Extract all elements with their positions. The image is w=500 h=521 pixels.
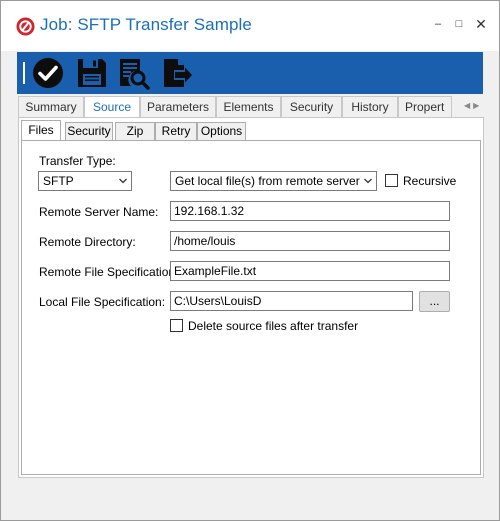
preview-button[interactable] [117,56,151,90]
tab-parameters[interactable]: Parameters [140,96,216,118]
source-tab-panel: Files Security Zip Retry Options Transfe… [18,117,484,478]
tab-elements[interactable]: Elements [216,96,281,118]
recursive-label: Recursive [403,174,457,188]
remote-file-spec-label: Remote File Specification: [39,265,179,279]
tab-scroll-arrows[interactable]: ◀ ▶ [464,96,484,118]
floppy-disk-icon [78,59,106,87]
recursive-checkbox[interactable] [385,174,398,187]
local-file-spec-label: Local File Specification: [39,295,166,309]
remote-server-name-label: Remote Server Name: [39,205,159,219]
tab-summary[interactable]: Summary [18,96,84,118]
subtab-files[interactable]: Files [21,120,61,141]
window-title: Job: SFTP Transfer Sample [40,15,252,34]
tab-scroll-right-icon[interactable]: ▶ [473,101,479,110]
transfer-type-select[interactable]: SFTP [38,171,132,191]
tab-source[interactable]: Source [84,96,140,119]
remote-file-spec-input[interactable]: ExampleFile.txt [170,261,450,281]
subtab-options[interactable]: Options [197,122,246,141]
export-button[interactable] [160,56,194,90]
subtab-retry[interactable]: Retry [155,122,197,141]
toolbar-grip[interactable] [23,62,25,84]
tab-properties[interactable]: Propert [398,96,452,118]
maximize-button[interactable]: □ [450,15,468,33]
app-logo-icon [16,17,35,36]
chevron-down-icon [119,178,127,184]
toolbar [17,52,483,94]
title-bar[interactable]: Job: SFTP Transfer Sample – □ ✕ [1,1,499,51]
chevron-down-icon [364,178,372,184]
document-search-icon [120,59,150,90]
delete-source-checkbox[interactable] [170,319,183,332]
transfer-direction-select[interactable]: Get local file(s) from remote server [170,171,377,191]
tab-scroll-left-icon[interactable]: ◀ [464,101,470,110]
remote-directory-input[interactable]: /home/louis [170,231,450,251]
job-window: Job: SFTP Transfer Sample – □ ✕ Summary … [0,0,500,521]
tab-security[interactable]: Security [281,96,342,118]
close-button[interactable]: ✕ [472,15,490,33]
remote-directory-label: Remote Directory: [39,235,136,249]
save-and-close-button[interactable] [31,56,65,90]
subtab-security[interactable]: Security [65,122,113,141]
checkmark-circle-icon [33,58,63,88]
tab-history[interactable]: History [342,96,398,118]
transfer-direction-value: Get local file(s) from remote server [175,174,360,188]
browse-button[interactable]: ... [419,291,450,312]
remote-server-name-input[interactable]: 192.168.1.32 [170,201,450,221]
delete-source-label: Delete source files after transfer [188,319,359,333]
save-button[interactable] [75,56,109,90]
subtab-zip[interactable]: Zip [115,122,155,141]
minimize-button[interactable]: – [429,15,447,33]
window-footer-area [1,479,499,520]
transfer-type-label: Transfer Type: [39,154,116,168]
local-file-spec-input[interactable]: C:\Users\LouisD [170,291,413,311]
transfer-type-value: SFTP [43,174,74,188]
files-subtab-panel: Transfer Type: SFTP Get local file(s) fr… [21,140,481,475]
document-export-icon [164,59,192,87]
main-tab-strip: Summary Source Parameters Elements Secur… [18,96,484,119]
